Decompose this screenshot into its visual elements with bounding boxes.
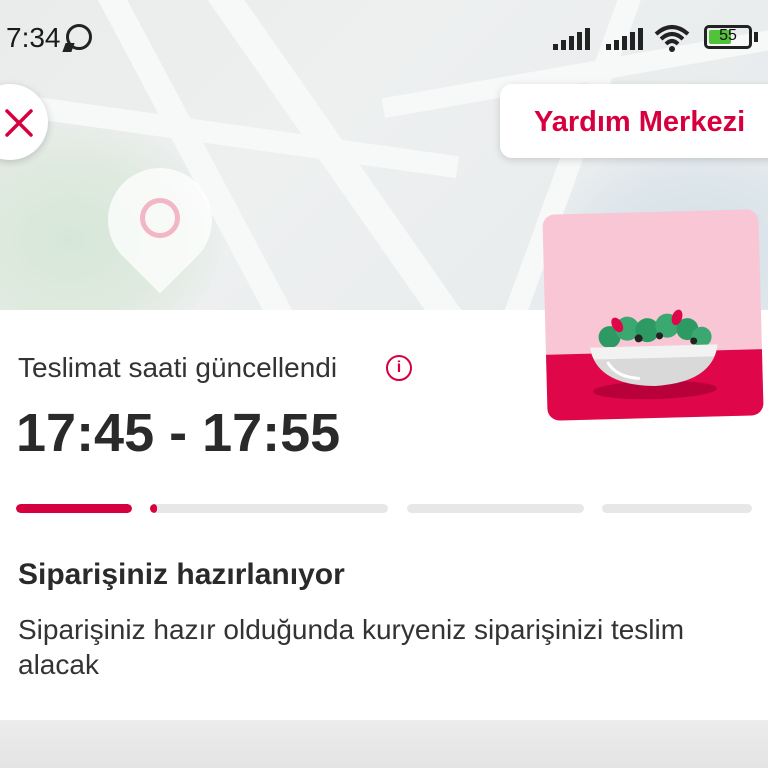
signal-icon bbox=[606, 26, 644, 50]
info-icon[interactable]: i bbox=[386, 355, 412, 381]
salad-bowl-illustration bbox=[542, 209, 764, 421]
signal-icon bbox=[553, 26, 591, 50]
battery-icon: 55 bbox=[704, 25, 752, 49]
location-pin-ring bbox=[140, 198, 180, 238]
progress-step-fill bbox=[150, 504, 158, 513]
order-status-description: Siparişiniz hazır olduğunda kuryeniz sip… bbox=[18, 614, 685, 680]
progress-step-4 bbox=[602, 504, 752, 513]
next-section-card bbox=[0, 720, 768, 768]
help-center-label: Yardım Merkezi bbox=[534, 106, 746, 138]
whatsapp-icon bbox=[66, 24, 92, 50]
progress-step-2 bbox=[150, 504, 388, 513]
wifi-icon bbox=[654, 25, 690, 52]
progress-step-1 bbox=[16, 504, 132, 513]
status-time: 7:34 bbox=[6, 22, 61, 53]
status-bar: 7:34 55 bbox=[0, 0, 768, 78]
battery-tip bbox=[754, 32, 758, 42]
delivery-time-range: 17:45 - 17:55 bbox=[16, 403, 341, 463]
delivery-time-label: Teslimat saati güncellendi bbox=[18, 352, 338, 383]
order-status-title: Siparişiniz hazırlanıyor bbox=[18, 558, 345, 591]
location-pin-icon bbox=[86, 146, 234, 294]
progress-step-3 bbox=[407, 504, 584, 513]
progress-step-fill bbox=[16, 504, 132, 513]
salad-bowl-icon bbox=[589, 309, 718, 400]
close-icon bbox=[5, 109, 33, 137]
battery-level: 55 bbox=[719, 27, 737, 44]
help-center-button[interactable]: Yardım Merkezi bbox=[500, 84, 768, 158]
